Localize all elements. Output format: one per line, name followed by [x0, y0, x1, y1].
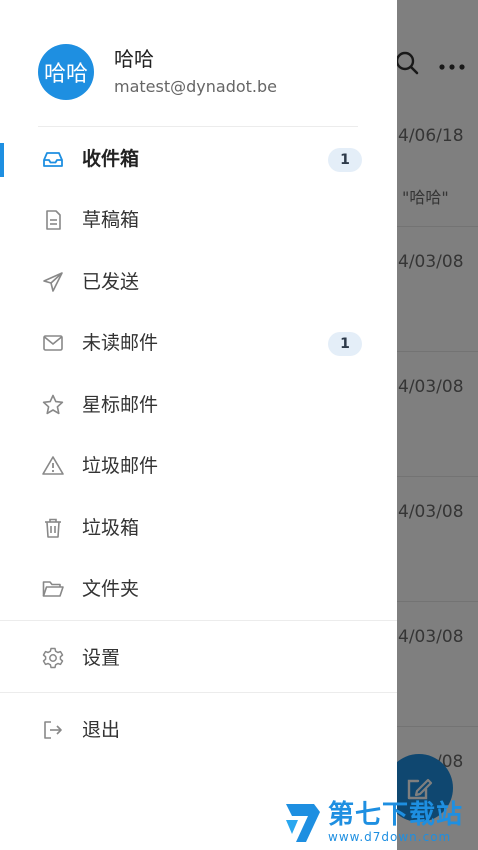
- gear-icon: [41, 646, 65, 670]
- menu-label: 垃圾箱: [82, 517, 140, 539]
- star-icon: [41, 393, 65, 417]
- envelope-icon: [41, 331, 65, 355]
- avatar: 哈哈: [38, 44, 94, 100]
- warning-icon: [41, 454, 65, 478]
- menu-label: 垃圾邮件: [82, 455, 159, 477]
- divider: [0, 692, 397, 693]
- menu-label: 星标邮件: [82, 394, 159, 416]
- menu-item-starred[interactable]: 星标邮件: [0, 377, 397, 433]
- menu-label: 退出: [82, 719, 121, 741]
- account-header[interactable]: 哈哈 哈哈 matest@dynadot.be: [38, 44, 277, 100]
- divider: [0, 620, 397, 621]
- menu-item-inbox[interactable]: 收件箱 1: [0, 131, 397, 187]
- menu-item-settings[interactable]: 设置: [0, 630, 397, 686]
- unread-count-badge: 1: [328, 148, 362, 172]
- menu-item-sent[interactable]: 已发送: [0, 254, 397, 310]
- active-indicator: [0, 143, 4, 177]
- menu-item-folders[interactable]: 文件夹: [0, 561, 397, 617]
- logout-icon: [41, 718, 65, 742]
- inbox-icon: [41, 147, 65, 171]
- watermark-title: 第七下载站: [328, 800, 464, 830]
- trash-icon: [41, 516, 65, 540]
- folder-icon: [41, 577, 65, 601]
- watermark: 第七下载站 www.d7down.com: [282, 800, 463, 846]
- account-email: matest@dynadot.be: [114, 77, 277, 96]
- menu-label: 未读邮件: [82, 332, 159, 354]
- menu-item-drafts[interactable]: 草稿箱: [0, 192, 397, 248]
- watermark-url: www.d7down.com: [328, 830, 452, 844]
- menu-item-spam[interactable]: 垃圾邮件: [0, 438, 397, 494]
- menu-label: 草稿箱: [82, 209, 140, 231]
- menu-label: 已发送: [82, 271, 140, 293]
- draft-icon: [41, 208, 65, 232]
- menu-label: 设置: [82, 647, 121, 669]
- menu-label: 文件夹: [82, 578, 140, 600]
- divider: [38, 126, 358, 127]
- unread-count-badge: 1: [328, 332, 362, 356]
- menu-label: 收件箱: [82, 148, 140, 170]
- menu-item-trash[interactable]: 垃圾箱: [0, 500, 397, 556]
- menu-item-logout[interactable]: 退出: [0, 702, 397, 758]
- account-name: 哈哈: [114, 47, 154, 71]
- watermark-logo: [286, 804, 320, 842]
- menu-item-unread[interactable]: 未读邮件 1: [0, 315, 397, 371]
- navigation-drawer: 哈哈 哈哈 matest@dynadot.be 收件箱 1 草稿箱 已发送 未读…: [0, 0, 397, 850]
- send-icon: [41, 270, 65, 294]
